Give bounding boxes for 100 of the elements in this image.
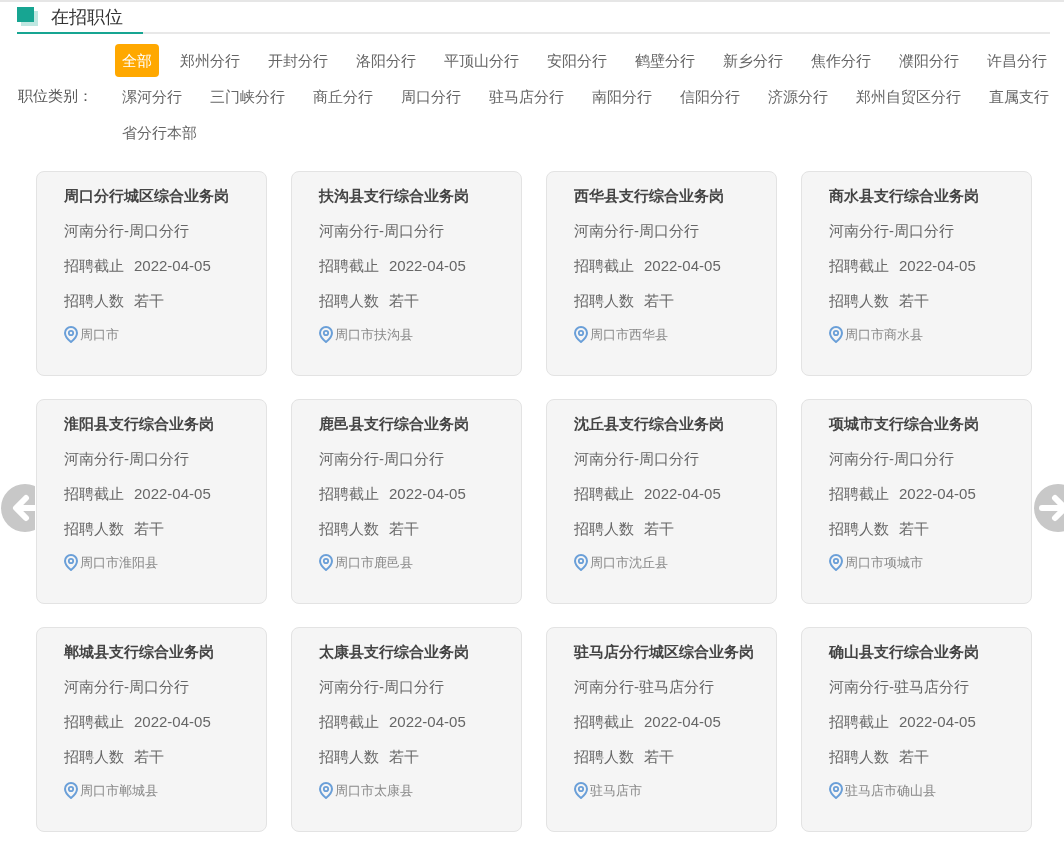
- deadline-value: 2022-04-05: [134, 712, 211, 732]
- deadline-value: 2022-04-05: [389, 484, 466, 504]
- job-card[interactable]: 项城市支行综合业务岗 河南分行-周口分行 招聘截止 2022-04-05 招聘人数 若干 周口市项城市: [801, 399, 1032, 604]
- deadline-value: 2022-04-05: [389, 712, 466, 732]
- job-title: 扶沟县支行综合业务岗: [319, 186, 470, 206]
- deadline-value: 2022-04-05: [134, 256, 211, 276]
- branch-filter-tab[interactable]: 开封分行: [261, 43, 335, 77]
- headcount-label: 招聘人数: [829, 291, 889, 311]
- branch-filter-tab[interactable]: 焦作分行: [804, 43, 878, 77]
- location-text: 周口市鹿邑县: [335, 554, 413, 572]
- headcount-label: 招聘人数: [574, 519, 634, 539]
- branch-filter-tab[interactable]: 信阳分行: [673, 79, 747, 113]
- branch-filter-tab[interactable]: 郑州分行: [173, 43, 247, 77]
- branch-filter-tab[interactable]: 漯河分行: [115, 79, 189, 113]
- job-card[interactable]: 周口分行城区综合业务岗 河南分行-周口分行 招聘截止 2022-04-05 招聘人数 若干 周口市: [36, 171, 267, 376]
- job-card[interactable]: 西华县支行综合业务岗 河南分行-周口分行 招聘截止 2022-04-05 招聘人数 若干 周口市西华县: [546, 171, 777, 376]
- location-pin-icon: [574, 554, 588, 572]
- branch-filter-tab[interactable]: 鹤壁分行: [628, 43, 702, 77]
- branch-name: 河南分行-周口分行: [319, 449, 445, 469]
- headcount-label: 招聘人数: [574, 747, 634, 767]
- headcount-label: 招聘人数: [319, 747, 379, 767]
- job-title: 沈丘县支行综合业务岗: [574, 414, 725, 434]
- location-pin-icon: [64, 326, 78, 344]
- deadline-value: 2022-04-05: [644, 256, 721, 276]
- job-card[interactable]: 确山县支行综合业务岗 河南分行-驻马店分行 招聘截止 2022-04-05 招聘人数 若干 驻马店市确山县: [801, 627, 1032, 832]
- job-title: 商水县支行综合业务岗: [829, 186, 980, 206]
- job-card[interactable]: 扶沟县支行综合业务岗 河南分行-周口分行 招聘截止 2022-04-05 招聘人数 若干 周口市扶沟县: [291, 171, 522, 376]
- job-card[interactable]: 商水县支行综合业务岗 河南分行-周口分行 招聘截止 2022-04-05 招聘人数 若干 周口市商水县: [801, 171, 1032, 376]
- deadline-label: 招聘截止: [319, 484, 379, 504]
- headcount-value: 若干: [134, 519, 164, 539]
- branch-filter-tab[interactable]: 直属支行: [982, 79, 1056, 113]
- branch-filter-tab[interactable]: 三门峡分行: [203, 79, 292, 113]
- headcount-label: 招聘人数: [64, 747, 124, 767]
- deadline-label: 招聘截止: [319, 256, 379, 276]
- deadline-label: 招聘截止: [829, 712, 889, 732]
- deadline-label: 招聘截止: [829, 484, 889, 504]
- location-text: 周口市: [80, 326, 119, 344]
- location-pin-icon: [574, 782, 588, 800]
- job-card[interactable]: 驻马店分行城区综合业务岗 河南分行-驻马店分行 招聘截止 2022-04-05 招聘人数 若干 驻马店市: [546, 627, 777, 832]
- location-text: 周口市沈丘县: [590, 554, 668, 572]
- branch-filter-tab[interactable]: 周口分行: [394, 79, 468, 113]
- headcount-value: 若干: [134, 747, 164, 767]
- headcount-value: 若干: [899, 747, 929, 767]
- location-text: 周口市扶沟县: [335, 326, 413, 344]
- branch-filter-tab[interactable]: 洛阳分行: [349, 43, 423, 77]
- headcount-value: 若干: [899, 519, 929, 539]
- deadline-label: 招聘截止: [64, 712, 124, 732]
- job-card[interactable]: 郸城县支行综合业务岗 河南分行-周口分行 招聘截止 2022-04-05 招聘人数 若干 周口市郸城县: [36, 627, 267, 832]
- location-pin-icon: [829, 326, 843, 344]
- branch-filter-tab[interactable]: 省分行本部: [115, 115, 204, 149]
- branch-filter-tab[interactable]: 安阳分行: [540, 43, 614, 77]
- headcount-value: 若干: [644, 519, 674, 539]
- branch-filter-tab[interactable]: 商丘分行: [306, 79, 380, 113]
- job-card[interactable]: 鹿邑县支行综合业务岗 河南分行-周口分行 招聘截止 2022-04-05 招聘人数 若干 周口市鹿邑县: [291, 399, 522, 604]
- headcount-value: 若干: [644, 747, 674, 767]
- branch-name: 河南分行-驻马店分行: [574, 677, 715, 697]
- section-title: 在招职位: [51, 5, 123, 29]
- headcount-label: 招聘人数: [574, 291, 634, 311]
- location-text: 周口市淮阳县: [80, 554, 158, 572]
- headcount-value: 若干: [134, 291, 164, 311]
- filter-label: 职位类别：: [17, 85, 94, 106]
- job-title: 确山县支行综合业务岗: [829, 642, 980, 662]
- previous-arrow-icon[interactable]: [0, 484, 35, 532]
- location-pin-icon: [319, 782, 333, 800]
- location-pin-icon: [319, 554, 333, 572]
- branch-name: 河南分行-周口分行: [574, 221, 700, 241]
- location-text: 周口市太康县: [335, 782, 413, 800]
- branch-filter-tab[interactable]: 许昌分行: [980, 43, 1054, 77]
- branch-filter-tab[interactable]: 平顶山分行: [437, 43, 526, 77]
- headcount-value: 若干: [899, 291, 929, 311]
- headcount-label: 招聘人数: [64, 519, 124, 539]
- job-card[interactable]: 沈丘县支行综合业务岗 河南分行-周口分行 招聘截止 2022-04-05 招聘人数 若干 周口市沈丘县: [546, 399, 777, 604]
- job-card[interactable]: 淮阳县支行综合业务岗 河南分行-周口分行 招聘截止 2022-04-05 招聘人数 若干 周口市淮阳县: [36, 399, 267, 604]
- location-pin-icon: [829, 782, 843, 800]
- deadline-value: 2022-04-05: [899, 712, 976, 732]
- headcount-value: 若干: [389, 291, 419, 311]
- branch-filter-tab[interactable]: 新乡分行: [716, 43, 790, 77]
- location-text: 驻马店市确山县: [845, 782, 936, 800]
- deadline-value: 2022-04-05: [389, 256, 466, 276]
- branch-filter-tab[interactable]: 济源分行: [761, 79, 835, 113]
- job-title: 郸城县支行综合业务岗: [64, 642, 215, 662]
- job-title: 西华县支行综合业务岗: [574, 186, 725, 206]
- branch-filter-tab[interactable]: 濮阳分行: [892, 43, 966, 77]
- branch-name: 河南分行-周口分行: [64, 449, 190, 469]
- next-arrow-icon[interactable]: [1032, 484, 1064, 532]
- branch-filter-tab[interactable]: 南阳分行: [585, 79, 659, 113]
- job-title: 驻马店分行城区综合业务岗: [574, 642, 755, 662]
- deadline-label: 招聘截止: [64, 484, 124, 504]
- branch-name: 河南分行-周口分行: [64, 677, 190, 697]
- job-card[interactable]: 太康县支行综合业务岗 河南分行-周口分行 招聘截止 2022-04-05 招聘人数 若干 周口市太康县: [291, 627, 522, 832]
- branch-filter-tab[interactable]: 郑州自贸区分行: [849, 79, 968, 113]
- headcount-value: 若干: [644, 291, 674, 311]
- branch-name: 河南分行-驻马店分行: [829, 677, 970, 697]
- headcount-value: 若干: [389, 747, 419, 767]
- headcount-label: 招聘人数: [64, 291, 124, 311]
- job-title: 鹿邑县支行综合业务岗: [319, 414, 470, 434]
- section-icon: [17, 7, 39, 27]
- location-pin-icon: [64, 554, 78, 572]
- branch-filter-tab[interactable]: 驻马店分行: [482, 79, 571, 113]
- branch-name: 河南分行-周口分行: [64, 221, 190, 241]
